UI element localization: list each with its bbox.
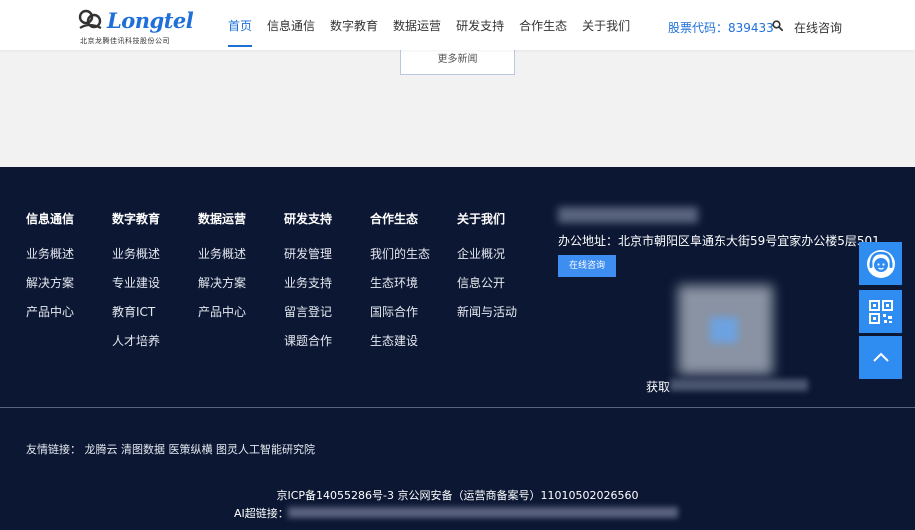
back-to-top-button[interactable] bbox=[859, 336, 902, 379]
arrow-up-icon bbox=[872, 352, 889, 362]
footer-link[interactable]: 专业建设 bbox=[112, 276, 160, 305]
logo[interactable]: Longtel 北京龙腾佳讯科技股份公司 bbox=[77, 8, 194, 46]
friend-links[interactable]: 友情链接： 龙腾云 清图数据 医策纵横 图灵人工智能研究院 bbox=[26, 441, 315, 457]
footer-column-telecom: 信息通信 业务概述 解决方案 产品中心 bbox=[26, 210, 74, 334]
footer: 信息通信 业务概述 解决方案 产品中心 数字教育 业务概述 专业建设 教育ICT… bbox=[0, 167, 915, 530]
footer-link[interactable]: 生态建设 bbox=[370, 334, 430, 363]
logo-wordmark: Longtel bbox=[107, 8, 194, 33]
nav-item-education[interactable]: 数字教育 bbox=[330, 0, 378, 50]
footer-link[interactable]: 教育ICT bbox=[112, 305, 160, 334]
top-header: Longtel 北京龙腾佳讯科技股份公司 首页 信息通信 数字教育 数据运营 研… bbox=[0, 0, 915, 50]
blurred-hotline bbox=[558, 207, 698, 223]
qr-caption: 获取 bbox=[646, 380, 671, 394]
footer-link[interactable]: 业务概述 bbox=[112, 247, 160, 276]
ai-link-label: AI超链接： bbox=[234, 507, 289, 520]
footer-link[interactable]: 课题合作 bbox=[284, 334, 332, 363]
footer-column-title[interactable]: 合作生态 bbox=[370, 210, 430, 227]
footer-link[interactable]: 新闻与活动 bbox=[457, 305, 517, 334]
footer-link[interactable]: 人才培养 bbox=[112, 334, 160, 363]
search-icon[interactable] bbox=[772, 20, 783, 31]
customer-service-button[interactable] bbox=[859, 242, 902, 285]
nav-item-home[interactable]: 首页 bbox=[228, 0, 253, 50]
footer-link[interactable]: 解决方案 bbox=[198, 276, 246, 305]
footer-divider bbox=[0, 407, 915, 408]
footer-link[interactable]: 业务概述 bbox=[198, 247, 246, 276]
footer-link[interactable]: 业务支持 bbox=[284, 276, 332, 305]
qr-code-icon bbox=[868, 299, 893, 324]
blurred-ai-link[interactable] bbox=[288, 507, 678, 518]
nav-item-ecosystem[interactable]: 合作生态 bbox=[519, 0, 567, 50]
nav-item-telecom[interactable]: 信息通信 bbox=[267, 0, 315, 50]
footer-link[interactable]: 研发管理 bbox=[284, 247, 332, 276]
footer-link[interactable]: 信息公开 bbox=[457, 276, 517, 305]
footer-column-about: 关于我们 企业概况 信息公开 新闻与活动 bbox=[457, 210, 517, 334]
footer-column-ecosystem: 合作生态 我们的生态 生态环境 国际合作 生态建设 bbox=[370, 210, 430, 363]
footer-link[interactable]: 业务概述 bbox=[26, 247, 74, 276]
nav-item-rnd[interactable]: 研发支持 bbox=[456, 0, 504, 50]
main-nav: 首页 信息通信 数字教育 数据运营 研发支持 合作生态 关于我们 bbox=[228, 0, 645, 50]
qr-code-button[interactable] bbox=[859, 290, 902, 333]
footer-link[interactable]: 解决方案 bbox=[26, 276, 74, 305]
footer-link[interactable]: 生态环境 bbox=[370, 276, 430, 305]
footer-column-data-ops: 数据运营 业务概述 解决方案 产品中心 bbox=[198, 210, 246, 334]
icp-record[interactable]: 京ICP备14055286号-3 京公网安备（运营商备案号）1101050202… bbox=[0, 487, 915, 503]
footer-link[interactable]: 产品中心 bbox=[198, 305, 246, 334]
logo-mark-icon bbox=[78, 9, 102, 29]
footer-column-rnd: 研发支持 研发管理 业务支持 留言登记 课题合作 bbox=[284, 210, 332, 363]
nav-item-data-ops[interactable]: 数据运营 bbox=[393, 0, 441, 50]
logo-subtitle: 北京龙腾佳讯科技股份公司 bbox=[80, 37, 170, 45]
footer-link[interactable]: 留言登记 bbox=[284, 305, 332, 334]
footer-column-education: 数字教育 业务概述 专业建设 教育ICT 人才培养 bbox=[112, 210, 160, 363]
qr-center-logo bbox=[710, 317, 738, 343]
online-consult-button[interactable]: 在线咨询 bbox=[558, 255, 616, 277]
footer-link[interactable]: 产品中心 bbox=[26, 305, 74, 334]
online-consult-link[interactable]: 在线咨询 bbox=[794, 19, 842, 36]
footer-column-title[interactable]: 研发支持 bbox=[284, 210, 332, 227]
footer-column-title[interactable]: 关于我们 bbox=[457, 210, 517, 227]
blurred-qr-caption bbox=[670, 379, 808, 391]
footer-link[interactable]: 企业概况 bbox=[457, 247, 517, 276]
stock-code: 股票代码：839433 bbox=[668, 21, 774, 35]
footer-column-title[interactable]: 数字教育 bbox=[112, 210, 160, 227]
footer-link[interactable]: 国际合作 bbox=[370, 305, 430, 334]
footer-link[interactable]: 我们的生态 bbox=[370, 247, 430, 276]
office-address: 办公地址：北京市朝阳区阜通东大街59号宜家办公楼5层501 bbox=[558, 234, 880, 248]
nav-item-about[interactable]: 关于我们 bbox=[582, 0, 630, 50]
footer-column-title[interactable]: 信息通信 bbox=[26, 210, 74, 227]
footer-column-title[interactable]: 数据运营 bbox=[198, 210, 246, 227]
customer-service-icon bbox=[866, 249, 895, 278]
